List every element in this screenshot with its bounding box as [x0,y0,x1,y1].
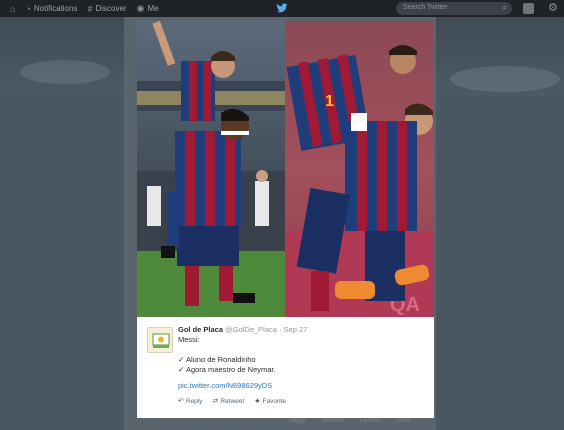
bg-action-favorite: Favorite [359,418,382,424]
tweet-date[interactable]: Sep 27 [284,325,308,334]
tweet-text-line [178,345,423,355]
author-date-separator: · [279,325,282,334]
nav-me[interactable]: ◉ Me [137,3,159,14]
background-cloud [450,66,560,92]
favorite-button[interactable]: ★ Favorite [254,397,286,406]
tweet-photo[interactable]: 10 QA [137,21,434,317]
svg-text:1: 1 [325,93,334,110]
tweet-text-line: Messi: [178,335,200,344]
twitter-bird-icon[interactable] [276,2,288,14]
author-avatar[interactable] [147,327,173,353]
photo-left-ronaldinho-messi: 10 [137,21,285,317]
retweet-button[interactable]: ⇄ Retweet [212,397,245,406]
person-icon: ◉ [136,3,145,13]
tweet-card: Gol de Placa @GolDe_Placa · Sep 27 Messi… [137,317,434,418]
author-handle[interactable]: @GolDe_Placa [225,325,277,334]
search-icon[interactable]: ⌕ [503,3,507,13]
favorite-icon: ★ [254,398,261,405]
photo-right-art: QA 1 [285,21,434,317]
author-name[interactable]: Gol de Placa [178,325,223,334]
nav-discover-label: Discover [95,4,127,13]
photo-right-messi-neymar: QA 1 [285,21,434,317]
hash-icon: # [87,3,93,14]
nav-notifications-label: Notifications [33,4,78,13]
tweet-author-line: Gol de Placa @GolDe_Placa · Sep 27 [178,325,423,334]
nav-discover[interactable]: # Discover [87,4,126,14]
media-modal: 10 QA [137,21,434,418]
gol-de-placa-logo [148,328,172,352]
tweet-actions: ↶ Reply ⇄ Retweet ★ Favorite [178,397,423,406]
reply-icon: ↶ [178,398,184,405]
tweet-text: Messi: ✓ Aluno de Ronaldinho ✓ Agora mae… [178,335,423,375]
nav-notifications[interactable]: ◔ Notifications [25,4,77,14]
search-placeholder: Search Twitter [403,4,448,11]
bg-action-reply: Reply [290,418,306,424]
gear-icon[interactable]: ⚙ [548,1,558,14]
tweet-body: Gol de Placa @GolDe_Placa · Sep 27 Messi… [178,325,423,405]
background-cloud [20,60,110,84]
background-tweet-actions: Reply Retweet Favorite More [290,418,411,424]
bell-icon: ◔ [25,3,31,14]
tweet-text-line: ✓ Aluno de Ronaldinho [178,355,256,364]
tweet-text-line: ✓ Agora maestro de Neymar. [178,365,276,374]
reply-label: Reply [185,397,203,405]
bg-action-retweet: Retweet [321,418,344,424]
nav-me-label: Me [147,4,159,13]
favorite-label: Favorite [262,397,286,405]
search-input[interactable]: Search Twitter ⌕ [396,2,512,15]
nav-home[interactable]: ⌂ [10,4,15,14]
photo-left-art: 10 [137,21,285,317]
retweet-icon: ⇄ [212,398,219,405]
tweet-media-link[interactable]: pic.twitter.com/N698629yDS [178,381,272,390]
top-navigation-bar: ⌂ ◔ Notifications # Discover ◉ Me Search… [0,0,564,17]
bg-action-more: More [397,418,411,424]
retweet-label: Retweet [220,397,245,405]
home-icon: ⌂ [10,3,16,14]
reply-button[interactable]: ↶ Reply [178,397,203,406]
account-avatar[interactable] [523,3,534,14]
